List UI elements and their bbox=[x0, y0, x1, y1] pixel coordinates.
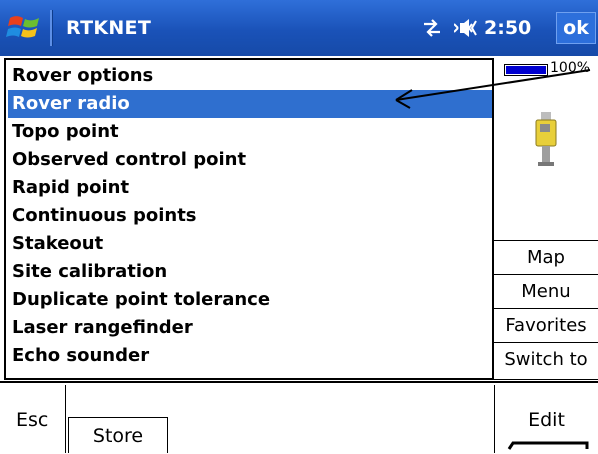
battery-percent: 100% bbox=[550, 60, 591, 76]
battery-indicator[interactable]: 100% bbox=[504, 60, 596, 82]
store-button[interactable]: Store bbox=[68, 417, 168, 453]
list-item[interactable]: Topo point bbox=[8, 118, 492, 146]
edit-bracket-icon bbox=[507, 441, 589, 450]
battery-fill bbox=[506, 66, 546, 74]
list-item[interactable]: Laser rangefinder bbox=[8, 314, 492, 342]
menu-button[interactable]: Menu bbox=[494, 274, 598, 308]
favorites-button[interactable]: Favorites bbox=[494, 308, 598, 342]
battery-icon bbox=[504, 64, 548, 76]
map-button[interactable]: Map bbox=[494, 240, 598, 274]
volume-icon[interactable] bbox=[454, 16, 480, 40]
bottom-toolbar: Esc Store Edit bbox=[0, 381, 598, 453]
edit-label: Edit bbox=[528, 409, 565, 431]
right-panel: 100% Map Menu Favorites Switch to bbox=[494, 58, 598, 380]
list-item[interactable]: Rover options bbox=[8, 62, 492, 90]
gnss-receiver-icon[interactable] bbox=[530, 110, 560, 170]
list-item[interactable]: Observed control point bbox=[8, 146, 492, 174]
title-bar: RTKNET 2:50 ok bbox=[0, 0, 598, 56]
windows-logo-icon[interactable] bbox=[6, 12, 42, 44]
title-divider bbox=[50, 10, 53, 46]
app-title: RTKNET bbox=[66, 17, 152, 39]
switch-to-button[interactable]: Switch to bbox=[494, 342, 598, 380]
list-item[interactable]: Rover radio bbox=[8, 90, 492, 118]
list-item[interactable]: Stakeout bbox=[8, 230, 492, 258]
bottom-divider bbox=[0, 381, 598, 383]
list-item[interactable]: Rapid point bbox=[8, 174, 492, 202]
list-item[interactable]: Duplicate point tolerance bbox=[8, 286, 492, 314]
connectivity-icon[interactable] bbox=[420, 18, 444, 38]
esc-button[interactable]: Esc bbox=[2, 385, 66, 453]
list-item[interactable]: Site calibration bbox=[8, 258, 492, 286]
list-item[interactable]: Echo sounder bbox=[8, 342, 492, 370]
edit-button[interactable]: Edit bbox=[494, 385, 598, 453]
menu-list[interactable]: Rover options Rover radio Topo point Observ… bbox=[4, 58, 494, 380]
list-item[interactable]: Continuous points bbox=[8, 202, 492, 230]
clock[interactable]: 2:50 bbox=[484, 17, 531, 39]
ok-button[interactable]: ok bbox=[556, 12, 596, 44]
